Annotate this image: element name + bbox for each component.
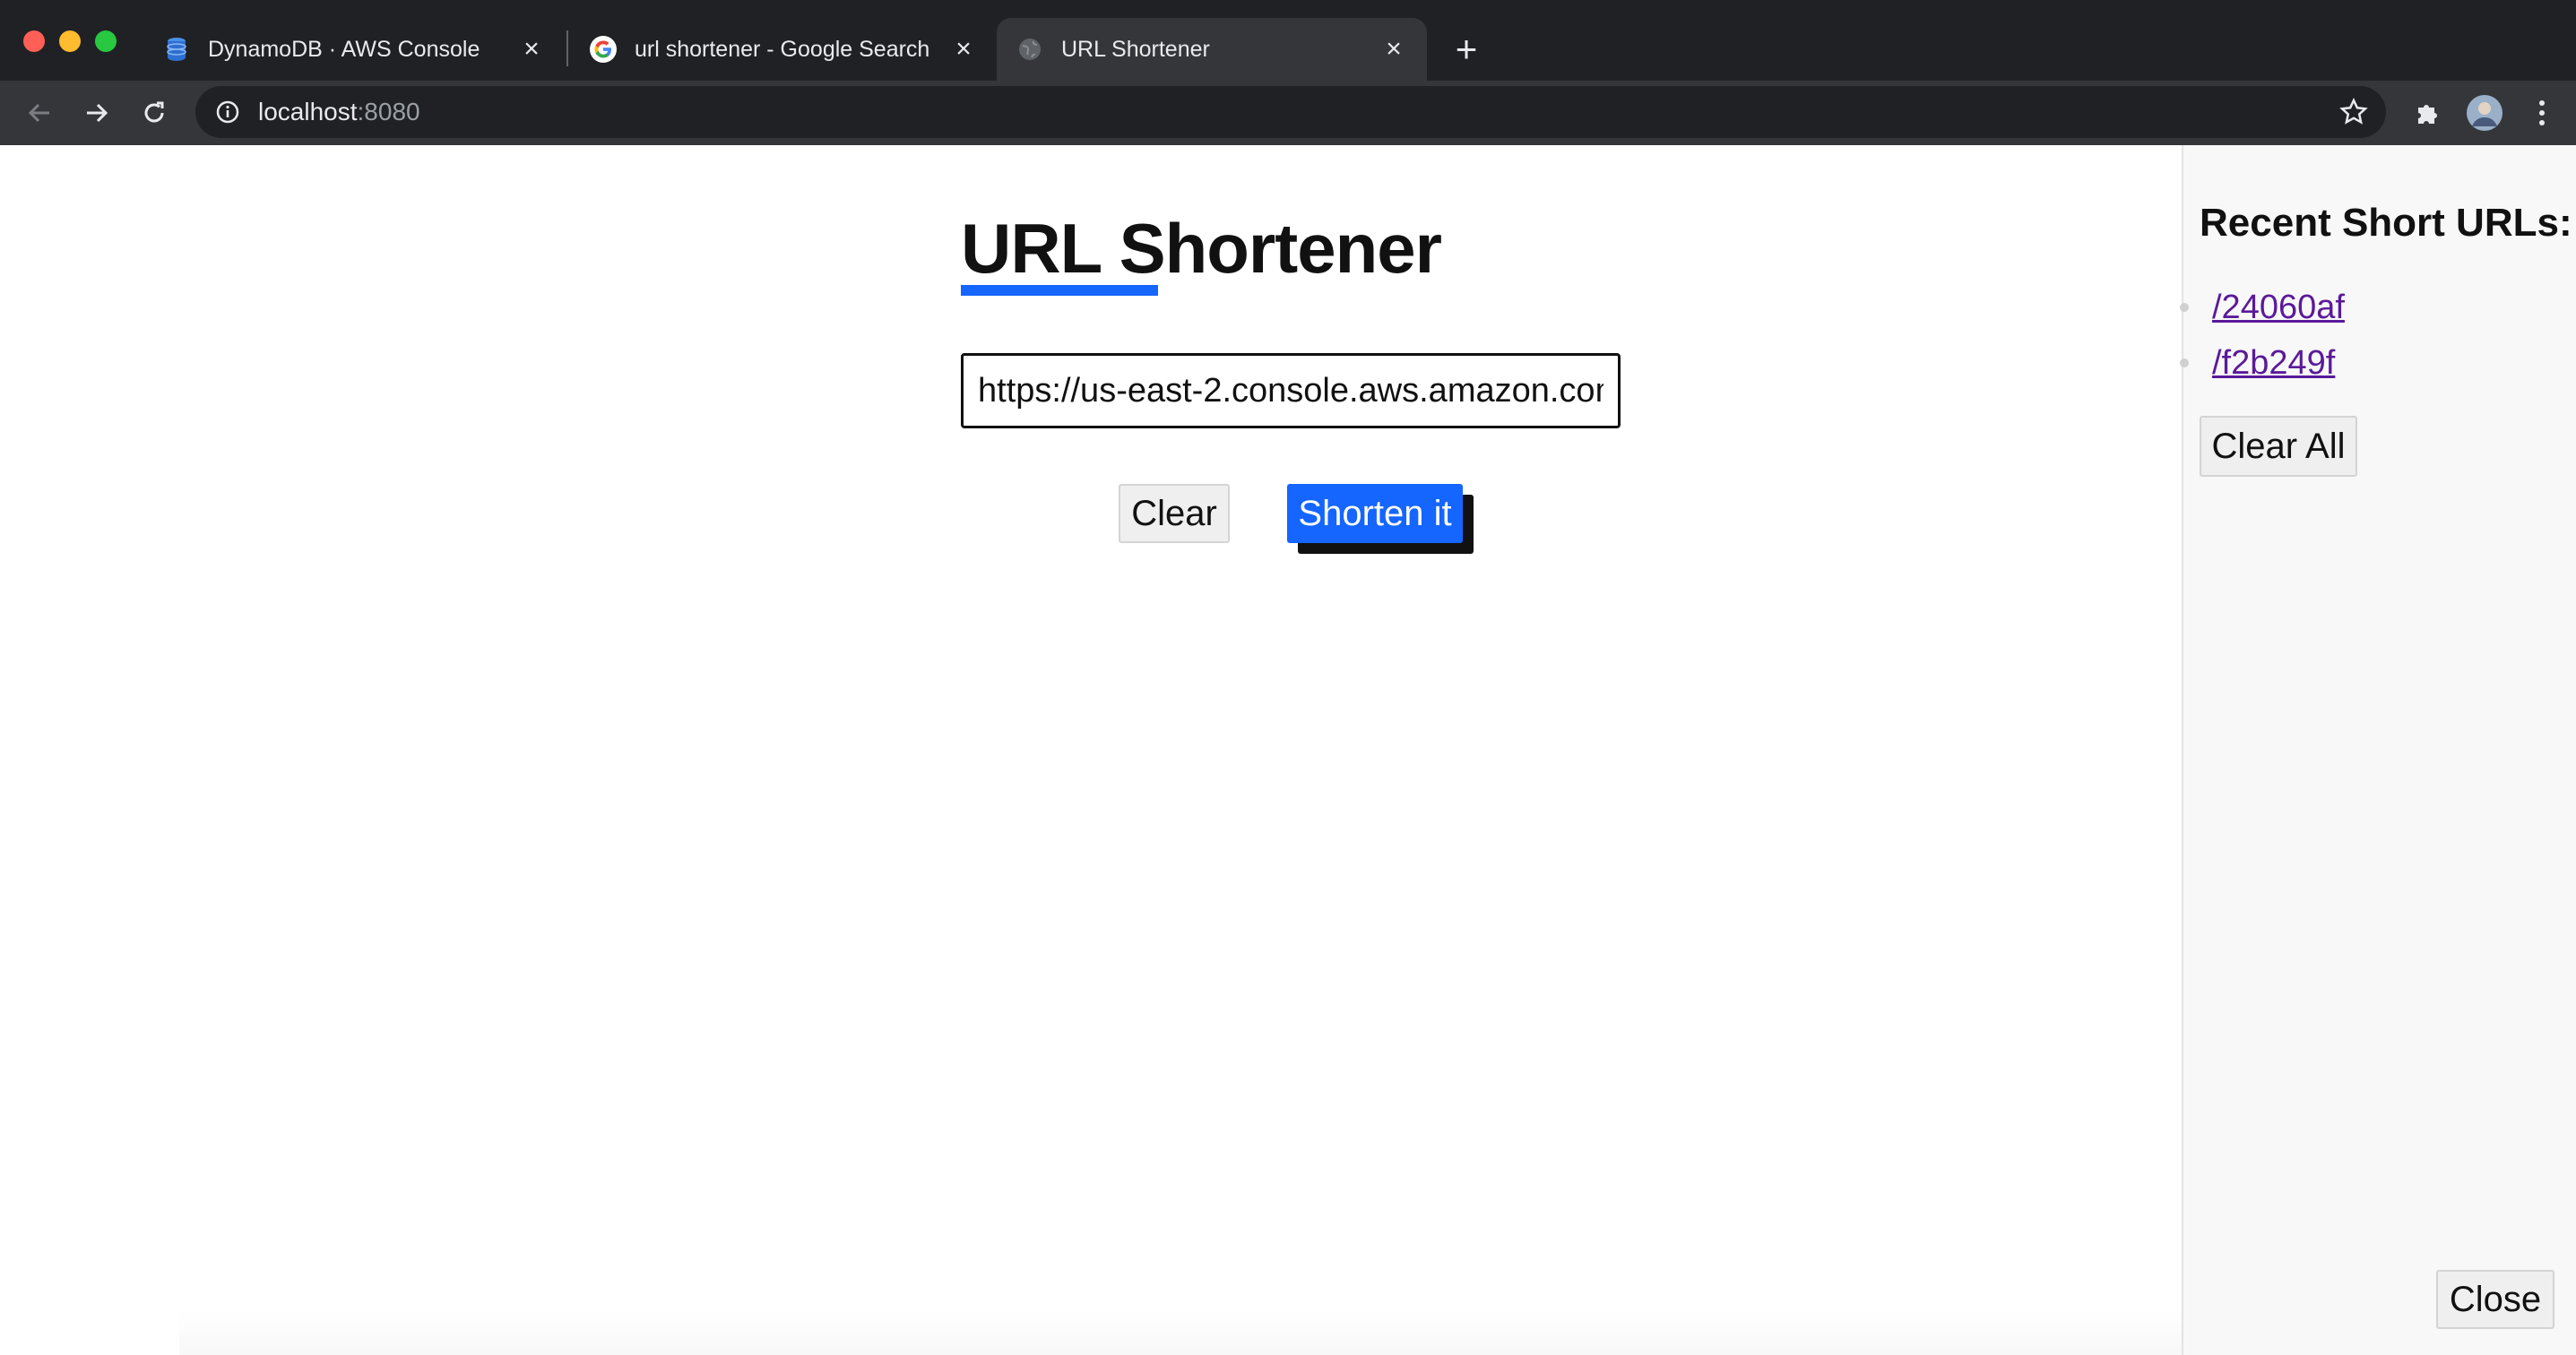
close-icon[interactable]: × [518,34,545,64]
tab-url-shortener[interactable]: URL Shortener × [997,18,1427,81]
menu-button[interactable] [2522,93,2562,133]
tab-title: url shortener - Google Search [635,36,930,62]
list-item: /f2b249f [2180,335,2560,391]
google-icon [590,36,617,63]
extensions-button[interactable] [2407,93,2447,133]
list-item: /24060af [2180,280,2560,335]
shorten-button[interactable]: Shorten it [1287,484,1463,543]
clear-all-button[interactable]: Clear All [2200,416,2357,477]
bookmark-star-icon[interactable] [2339,98,2368,126]
maximize-window-button[interactable] [95,30,117,52]
tab-strip: DynamoDB · AWS Console × url shortener -… [0,0,2576,81]
puzzle-icon [2418,105,2437,124]
address-port: :8080 [357,98,420,125]
clear-button[interactable]: Clear [1119,484,1230,543]
short-url-link[interactable]: /24060af [2212,289,2345,327]
kebab-menu-icon [2539,100,2545,125]
dynamodb-icon [163,36,190,63]
url-input[interactable] [961,353,1621,428]
close-window-button[interactable] [23,30,45,52]
address-bar[interactable]: localhost:8080 [195,86,2386,138]
recent-urls-list: /24060af /f2b249f [2180,280,2560,391]
recent-urls-sidebar: Recent Short URLs: /24060af /f2b249f Cle… [2180,145,2576,1355]
tab-google-search[interactable]: url shortener - Google Search × [570,18,997,81]
page-title: URL Shortener [961,209,1442,288]
close-icon[interactable]: × [1380,34,1407,64]
globe-icon [1016,36,1043,63]
avatar-icon [2467,95,2503,131]
browser-chrome: DynamoDB · AWS Console × url shortener -… [0,0,2576,145]
new-tab-button[interactable]: + [1448,27,1484,72]
tab-title: DynamoDB · AWS Console [208,36,480,62]
browser-toolbar: localhost:8080 [0,81,2576,145]
back-button[interactable] [20,93,59,133]
page-content: URL Shortener Clear Shorten it Recent Sh… [0,145,2576,1355]
title-underline [961,285,1158,296]
bullet [2180,358,2189,367]
forward-arrow-icon [87,103,108,123]
tab-title: URL Shortener [1061,36,1210,62]
bottom-shadow [179,1310,2182,1355]
info-icon [216,100,239,124]
profile-avatar[interactable] [2465,93,2504,133]
reload-icon [144,101,164,123]
close-button[interactable]: Close [2436,1270,2554,1329]
tab-dynamodb[interactable]: DynamoDB · AWS Console × [143,18,565,81]
back-arrow-icon [28,103,49,123]
short-url-link[interactable]: /f2b249f [2212,344,2335,383]
minimize-window-button[interactable] [59,30,81,52]
bullet [2180,303,2189,312]
tab-divider [566,30,568,66]
address-host: localhost [258,98,358,125]
close-icon[interactable]: × [950,34,977,64]
reload-button[interactable] [134,93,174,133]
forward-button[interactable] [77,93,117,133]
sidebar-heading: Recent Short URLs: [2200,201,2572,245]
